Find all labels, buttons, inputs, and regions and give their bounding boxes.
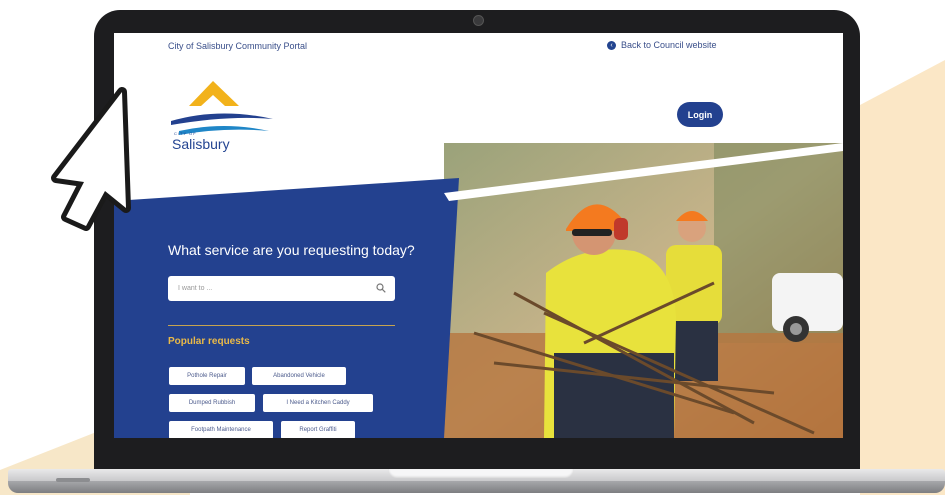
mouse-pointer-icon bbox=[51, 87, 131, 231]
